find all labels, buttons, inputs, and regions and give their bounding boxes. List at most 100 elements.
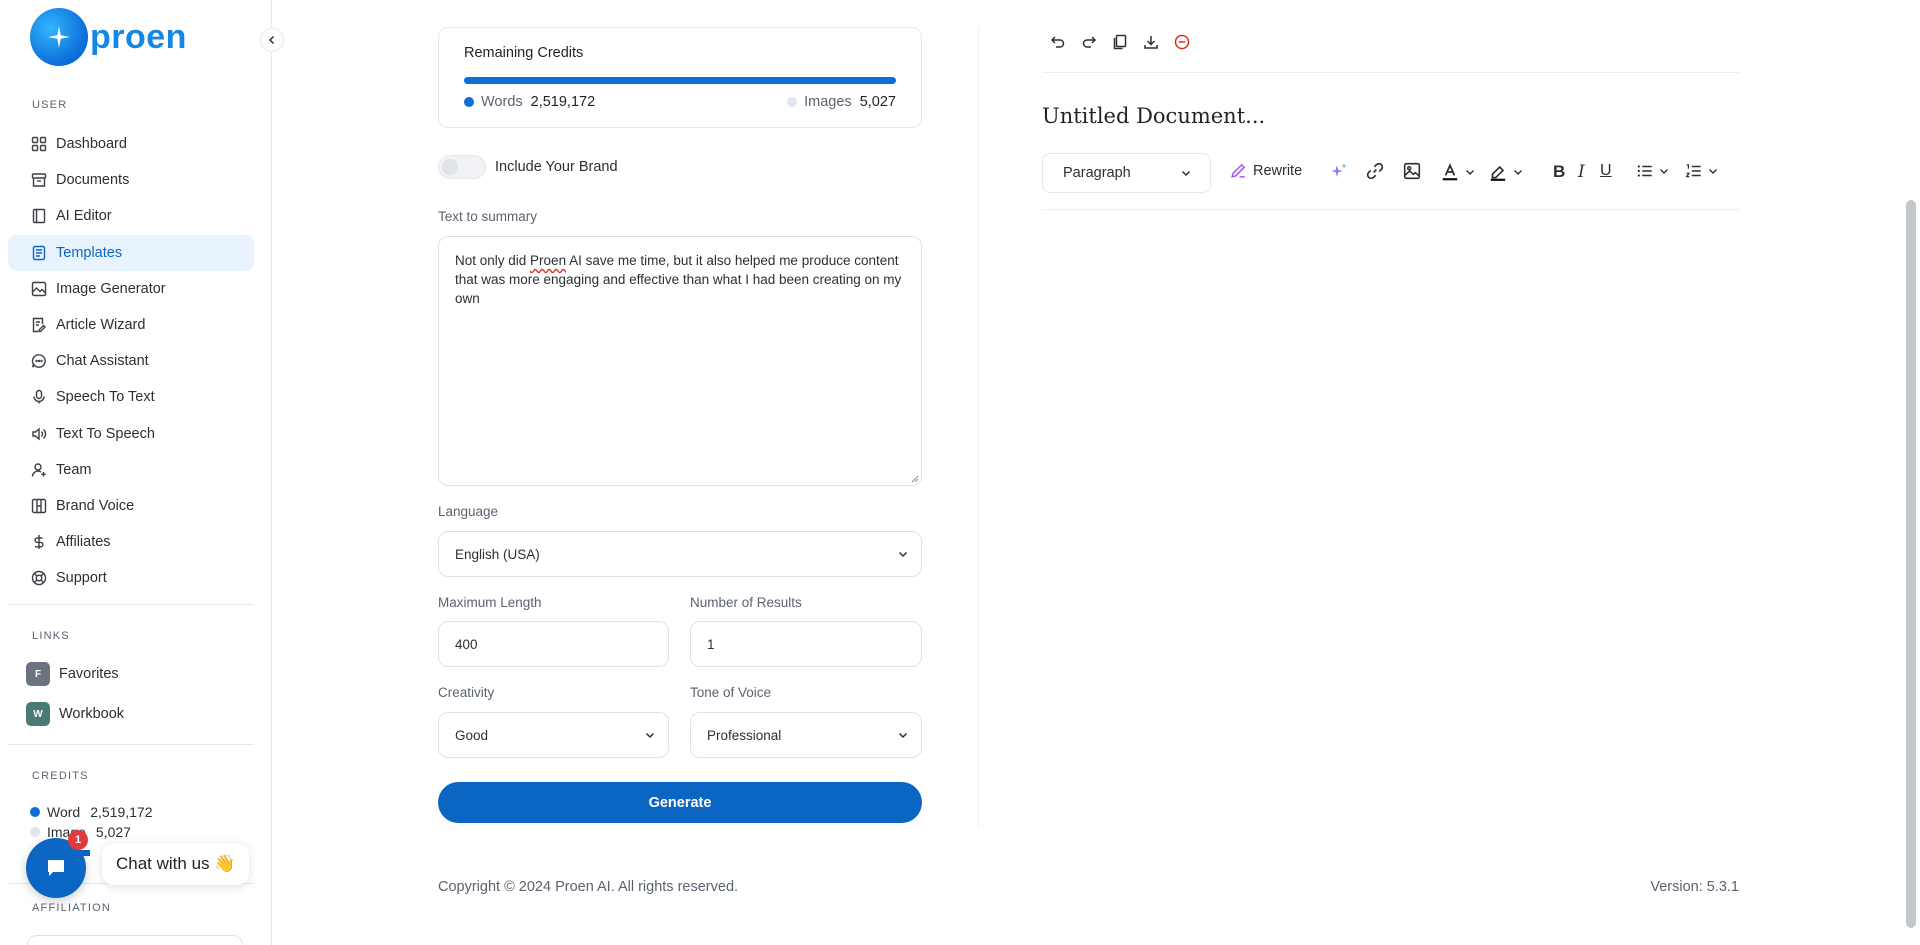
logo[interactable]: proen	[30, 8, 187, 66]
images-value: 5,027	[859, 94, 896, 110]
download-icon[interactable]	[1141, 32, 1160, 51]
link-label: Favorites	[59, 666, 119, 682]
column-divider	[978, 27, 979, 827]
words-dot-icon	[464, 97, 474, 107]
sidebar-item-support[interactable]: Support	[8, 560, 254, 596]
sidebar-item-text-to-speech[interactable]: Text To Speech	[8, 416, 254, 452]
user-section-label: USER	[32, 99, 68, 111]
sidebar-item-affiliates[interactable]: Affiliates	[8, 524, 254, 560]
collapse-sidebar-button[interactable]	[260, 28, 284, 52]
max-length-value: 400	[455, 636, 478, 652]
credit-word-row: Word 2,519,172	[30, 804, 153, 820]
grid-icon	[30, 135, 48, 153]
sidebar-divider	[8, 604, 254, 605]
highlight-color-button[interactable]	[1488, 162, 1524, 182]
sidebar-item-team[interactable]: Team	[8, 452, 254, 488]
rewrite-button[interactable]: Rewrite	[1230, 162, 1302, 179]
rewrite-label: Rewrite	[1253, 162, 1303, 179]
bold-button[interactable]: B	[1553, 162, 1565, 182]
lifebuoy-icon	[30, 569, 48, 587]
tone-of-voice-select[interactable]: Professional	[690, 712, 922, 758]
text-color-button[interactable]	[1440, 162, 1476, 182]
chat-bubble-icon	[48, 860, 64, 876]
sidebar-item-brand-voice[interactable]: Brand Voice	[8, 488, 254, 524]
ai-sparkle-button[interactable]	[1330, 162, 1348, 180]
link-button[interactable]	[1366, 162, 1384, 180]
resize-handle-icon[interactable]	[911, 475, 919, 483]
sidebar-item-label: Brand Voice	[56, 497, 135, 514]
sparkles-icon	[1331, 163, 1347, 177]
include-brand-label: Include Your Brand	[495, 159, 618, 175]
number-of-results-value: 1	[707, 636, 715, 652]
sidebar-item-label: Team	[56, 461, 92, 478]
link-label: Workbook	[59, 706, 125, 722]
sidebar-item-label: AI Editor	[56, 208, 112, 225]
bullet-list-button[interactable]	[1636, 162, 1670, 180]
redo-icon[interactable]	[1079, 32, 1098, 51]
version-text: Version: 5.3.1	[1650, 879, 1739, 895]
numbered-list-button[interactable]	[1685, 162, 1719, 180]
language-select[interactable]: English (USA)	[438, 531, 922, 577]
italic-button[interactable]: I	[1578, 162, 1585, 182]
creativity-label: Creativity	[438, 685, 495, 700]
sparkle-icon	[30, 8, 88, 66]
misspelled-word: Proen	[530, 253, 567, 268]
affiliation-card	[27, 935, 243, 945]
sidebar-item-chat-assistant[interactable]: Chat Assistant	[8, 343, 254, 379]
sidebar-item-label: Chat Assistant	[56, 353, 149, 370]
undo-icon[interactable]	[1048, 32, 1067, 51]
layout-icon	[30, 497, 48, 515]
link-icon	[1366, 162, 1384, 180]
max-length-input[interactable]: 400	[438, 621, 669, 667]
sidebar-item-dashboard[interactable]: Dashboard	[8, 126, 254, 162]
number-of-results-input[interactable]: 1	[690, 621, 922, 667]
document-title[interactable]: Untitled Document...	[1042, 104, 1265, 128]
sidebar-item-image-generator[interactable]: Image Generator	[8, 271, 254, 307]
sidebar-item-article-wizard[interactable]: Article Wizard	[8, 307, 254, 343]
chevron-down-icon	[1514, 170, 1522, 175]
text-to-summary-input[interactable]: Not only did Proen AI save me time, but …	[438, 236, 922, 486]
chevron-down-icon	[1660, 169, 1668, 174]
delete-icon[interactable]	[1172, 32, 1191, 51]
sidebar-item-label: Article Wizard	[56, 316, 146, 333]
credit-word-value: 2,519,172	[90, 804, 153, 820]
workbook-badge: W	[26, 702, 50, 726]
creativity-value: Good	[455, 727, 489, 743]
insert-image-button[interactable]	[1403, 162, 1421, 180]
favorites-badge: F	[26, 662, 50, 686]
sidebar-item-speech-to-text[interactable]: Speech To Text	[8, 379, 254, 415]
tone-of-voice-value: Professional	[707, 727, 782, 743]
copy-icon[interactable]	[1110, 32, 1129, 51]
bullet-list-icon	[1637, 165, 1652, 177]
tone-of-voice-label: Tone of Voice	[690, 685, 772, 700]
images-label: Images	[804, 94, 852, 110]
links-section-label: LINKS	[32, 630, 70, 642]
editor-divider	[1042, 72, 1739, 73]
chevron-down-icon	[1709, 169, 1717, 174]
words-credit: Words 2,519,172	[464, 94, 595, 110]
include-brand-row: Include Your Brand	[438, 155, 618, 179]
image-dot-icon	[30, 827, 40, 837]
underline-button[interactable]: U	[1600, 162, 1612, 180]
credit-image-value: 5,027	[95, 824, 131, 840]
sidebar-item-label: Affiliates	[56, 534, 111, 551]
chat-with-us-bubble[interactable]: Chat with us 👋	[102, 843, 250, 885]
sidebar-item-ai-editor[interactable]: AI Editor	[8, 198, 254, 234]
sidebar-divider	[8, 744, 254, 745]
copyright-text: Copyright © 2024 Proen AI. All rights re…	[438, 879, 739, 895]
include-brand-toggle[interactable]	[438, 155, 486, 179]
page-scrollbar[interactable]	[1906, 200, 1916, 928]
archive-icon	[30, 171, 48, 189]
word-dot-icon	[30, 807, 40, 817]
paragraph-style-select[interactable]: Paragraph	[1042, 153, 1211, 193]
generate-button[interactable]: Generate	[438, 782, 922, 823]
image-icon	[30, 280, 48, 298]
chevron-down-icon	[645, 732, 655, 739]
chevron-left-icon	[268, 35, 275, 45]
link-workbook[interactable]: W Workbook	[26, 702, 124, 726]
creativity-select[interactable]: Good	[438, 712, 669, 758]
file-pen-icon	[30, 316, 48, 334]
sidebar-item-documents[interactable]: Documents	[8, 162, 254, 198]
sidebar-item-templates[interactable]: Templates	[8, 234, 254, 271]
link-favorites[interactable]: F Favorites	[26, 662, 119, 686]
